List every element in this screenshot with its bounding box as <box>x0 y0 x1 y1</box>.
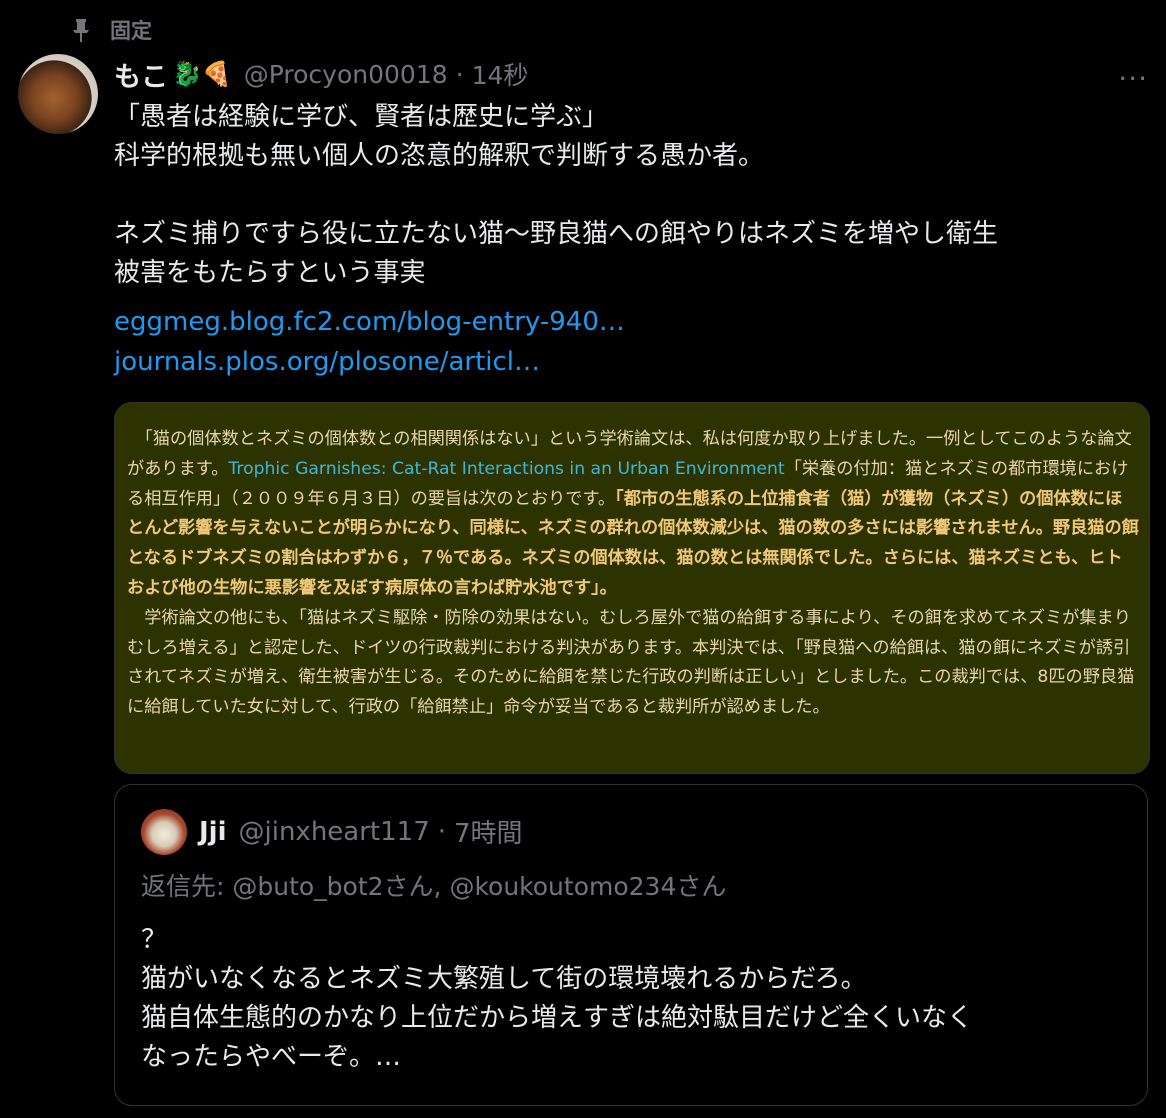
quoted-line: なったらやべーぞ。… <box>141 1042 402 1072</box>
image-paragraph-2: 学術論文の他にも、「猫はネズミ駆除・防除の効果はない。むしろ屋外で猫の給餌する事… <box>127 604 1139 723</box>
tweet-text: 「愚者は経験に学び、賢者は歴史に学ぶ」 科学的根拠も無い個人の恣意的解釈で判断す… <box>114 98 1154 293</box>
more-options-icon[interactable]: ··· <box>1118 62 1148 95</box>
image-text: 「猫の個体数とネズミの個体数との相関関係はない」という学術論文は、私は何度か取り… <box>115 403 1149 723</box>
separator-dot: · <box>455 59 464 89</box>
quoted-timestamp[interactable]: 7時間 <box>454 813 523 850</box>
name-emojis: 🐉🍕 <box>172 60 232 88</box>
quoted-text: ？ 猫がいなくなるとネズミ大繁殖して街の環境壊れるからだろ。 猫自体生態的のかな… <box>141 921 1131 1077</box>
paper-title: Trophic Garnishes: Cat-Rat Interactions … <box>228 458 785 479</box>
tweet-line: ネズミ捕りですら役に立たない猫〜野良猫への餌やりはネズミを増やし衛生 <box>114 219 999 249</box>
display-name[interactable]: もこ <box>114 55 168 94</box>
quoted-line: ？ <box>141 925 168 955</box>
tweet-line: ​ <box>114 176 1154 215</box>
tweet-line: 被害をもたらすという事実 <box>114 258 426 288</box>
image-paragraph-1: 「猫の個体数とネズミの個体数との相関関係はない」という学術論文は、私は何度か取り… <box>127 425 1139 604</box>
tweet-line: 「愚者は経験に学び、賢者は歴史に学ぶ」 <box>114 102 609 132</box>
quoted-display-name[interactable]: Jji <box>199 817 227 847</box>
link-eggmeg[interactable]: eggmeg.blog.fc2.com/blog-entry-940… <box>114 302 625 342</box>
pinned-label: 固定 <box>110 19 152 43</box>
tweet-header: もこ 🐉🍕 @Procyon00018 · 14秒 <box>114 54 1146 94</box>
tweet-line: 科学的根拠も無い個人の恣意的解釈で判断する愚か者。 <box>114 141 765 171</box>
reply-to: 返信先: @buto_bot2さん, @koukoutomo234さん <box>141 872 727 901</box>
quoted-line: 猫がいなくなるとネズミ大繁殖して街の環境壊れるからだろ。 <box>141 964 867 994</box>
separator-dot: · <box>437 816 446 847</box>
user-handle[interactable]: @Procyon00018 <box>244 60 448 89</box>
quoted-header: Jji @jinxheart117 · 7時間 <box>199 813 523 850</box>
image-text-court: 学術論文の他にも、「猫はネズミ駆除・防除の効果はない。むしろ屋外で猫の給餌する事… <box>127 607 1135 718</box>
quoted-handle[interactable]: @jinxheart117 <box>239 817 430 847</box>
quoted-avatar[interactable] <box>141 809 187 855</box>
tweet-links: eggmeg.blog.fc2.com/blog-entry-940… jour… <box>114 302 625 382</box>
pin-icon <box>70 17 92 43</box>
timestamp[interactable]: 14秒 <box>472 56 529 92</box>
quoted-line: 猫自体生態的のかなり上位だから増えすぎは絶対駄目だけど全くいなく <box>141 1003 974 1033</box>
avatar[interactable] <box>18 54 98 134</box>
quoted-tweet[interactable]: Jji @jinxheart117 · 7時間 返信先: @buto_bot2さ… <box>114 784 1148 1106</box>
link-plos[interactable]: journals.plos.org/plosone/articl… <box>114 342 625 382</box>
attached-image[interactable]: 「猫の個体数とネズミの個体数との相関関係はない」という学術論文は、私は何度か取り… <box>114 402 1150 774</box>
pinned-indicator: 固定 <box>70 14 152 46</box>
